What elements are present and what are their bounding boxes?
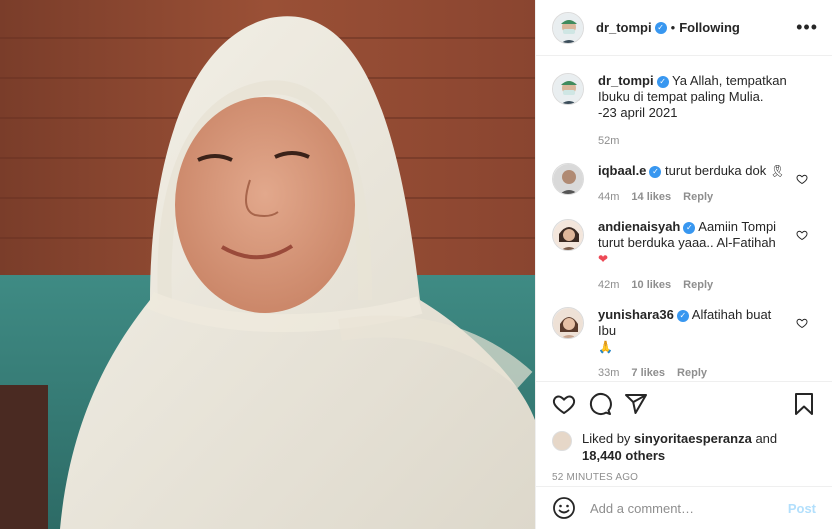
comment-icon[interactable] bbox=[588, 392, 612, 416]
comment-like-heart-icon[interactable] bbox=[796, 173, 808, 185]
caption: dr_tompi ✓ Ya Allah, tempatkan Ibuku di t… bbox=[552, 73, 816, 149]
post-header: dr_tompi ✓ • Following ••• bbox=[536, 0, 832, 56]
comments-list: dr_tompi ✓ Ya Allah, tempatkan Ibuku di t… bbox=[536, 57, 832, 381]
comment-avatar[interactable] bbox=[552, 163, 584, 195]
liker-username[interactable]: sinyoritaesperanza bbox=[634, 431, 752, 446]
praying-hands-emoji-icon: 🙏 bbox=[598, 340, 613, 354]
comment-meta: 33m 7 likes Reply bbox=[598, 365, 788, 381]
reply-button[interactable]: Reply bbox=[683, 277, 713, 293]
comment-item: yunishara36 ✓ Alfatihah buat Ibu 🙏 33m 7 … bbox=[552, 307, 816, 381]
reply-button[interactable]: Reply bbox=[677, 365, 707, 381]
verified-badge-icon: ✓ bbox=[656, 75, 669, 88]
author-info: dr_tompi ✓ • Following bbox=[596, 20, 740, 35]
avatar-image bbox=[553, 220, 583, 250]
verified-badge-icon: ✓ bbox=[649, 165, 662, 178]
comment-input[interactable] bbox=[590, 500, 788, 516]
post-photo[interactable] bbox=[0, 0, 535, 529]
comment-username[interactable]: yunishara36 bbox=[598, 307, 674, 322]
comment-item: iqbaal.e ✓ turut berduka dok 🎗 44m 14 lik… bbox=[552, 163, 816, 205]
comment-username[interactable]: iqbaal.e bbox=[598, 163, 646, 178]
avatar-image bbox=[553, 12, 583, 43]
following-button[interactable]: Following bbox=[679, 20, 740, 35]
comment-body: iqbaal.e ✓ turut berduka dok 🎗 44m 14 lik… bbox=[598, 163, 816, 205]
comment-like-heart-icon[interactable] bbox=[796, 317, 808, 329]
likes-summary: Liked by sinyoritaesperanza and 18,440 o… bbox=[552, 430, 816, 464]
caption-time[interactable]: 52m bbox=[598, 133, 619, 149]
likes-text: Liked by sinyoritaesperanza and 18,440 o… bbox=[582, 430, 777, 464]
caption-text-3: -23 april 2021 bbox=[598, 105, 678, 120]
red-heart-emoji-icon: ❤ bbox=[598, 252, 609, 266]
author-avatar[interactable] bbox=[552, 11, 584, 44]
comment-username[interactable]: andienaisyah bbox=[598, 219, 680, 234]
caption-meta: 52m bbox=[598, 133, 816, 149]
more-icon[interactable]: ••• bbox=[796, 17, 818, 38]
verified-badge-icon: ✓ bbox=[683, 221, 696, 234]
comment-time[interactable]: 44m bbox=[598, 189, 619, 205]
avatar-image bbox=[553, 308, 583, 338]
caption-text-1: Ya Allah, tempatkan bbox=[672, 73, 787, 88]
comment-item: andienaisyah ✓ Aamiin Tompi turut berduka… bbox=[552, 219, 816, 293]
comment-likes[interactable]: 7 likes bbox=[631, 365, 665, 381]
post-side-panel: dr_tompi ✓ • Following ••• dr_tompi ✓ Ya… bbox=[535, 0, 832, 529]
comment-likes[interactable]: 10 likes bbox=[631, 277, 671, 293]
caption-avatar[interactable] bbox=[552, 73, 584, 105]
verified-badge-icon: ✓ bbox=[676, 309, 689, 322]
likes-conj: and bbox=[755, 431, 778, 446]
comment-time[interactable]: 42m bbox=[598, 277, 619, 293]
post-timestamp[interactable]: 52 MINUTES AGO bbox=[552, 472, 816, 483]
post-image bbox=[0, 0, 535, 529]
likes-prefix: Liked by bbox=[582, 431, 631, 446]
avatar-image bbox=[553, 74, 583, 104]
comment-meta: 42m 10 likes Reply bbox=[598, 277, 788, 293]
post-comment-button[interactable]: Post bbox=[788, 501, 816, 516]
comment-body: andienaisyah ✓ Aamiin Tompi turut berduka… bbox=[598, 219, 816, 293]
comment-text: turut berduka dok bbox=[665, 163, 767, 178]
ribbon-emoji-icon: 🎗 bbox=[769, 164, 786, 178]
caption-body: dr_tompi ✓ Ya Allah, tempatkan Ibuku di t… bbox=[598, 73, 816, 149]
likes-others[interactable]: 18,440 others bbox=[582, 448, 665, 463]
comment-like-heart-icon[interactable] bbox=[796, 229, 808, 241]
caption-username[interactable]: dr_tompi bbox=[598, 73, 654, 88]
comment-text: Aamiin Tompi bbox=[698, 219, 777, 234]
comment-meta: 44m 14 likes Reply bbox=[598, 189, 788, 205]
emoji-icon[interactable] bbox=[552, 496, 576, 520]
comment-likes[interactable]: 14 likes bbox=[631, 189, 671, 205]
comment-body: yunishara36 ✓ Alfatihah buat Ibu 🙏 33m 7 … bbox=[598, 307, 816, 381]
post-actions: Liked by sinyoritaesperanza and 18,440 o… bbox=[536, 381, 832, 483]
bookmark-icon[interactable] bbox=[792, 392, 816, 416]
share-icon[interactable] bbox=[624, 392, 648, 416]
reply-button[interactable]: Reply bbox=[683, 189, 713, 205]
avatar-image bbox=[553, 164, 583, 194]
verified-badge-icon: ✓ bbox=[654, 21, 667, 34]
heart-icon[interactable] bbox=[552, 392, 576, 416]
caption-text-2: Ibuku di tempat paling Mulia. bbox=[598, 89, 764, 104]
liker-avatar[interactable] bbox=[552, 431, 572, 451]
comment-text-cont: turut berduka yaaa.. Al-Fatihah bbox=[598, 235, 776, 250]
author-username[interactable]: dr_tompi bbox=[596, 20, 652, 35]
comment-time[interactable]: 33m bbox=[598, 365, 619, 381]
comment-avatar[interactable] bbox=[552, 307, 584, 339]
action-icons bbox=[552, 392, 816, 416]
comment-avatar[interactable] bbox=[552, 219, 584, 251]
add-comment-bar: Post bbox=[536, 486, 832, 529]
separator-dot: • bbox=[670, 20, 676, 35]
